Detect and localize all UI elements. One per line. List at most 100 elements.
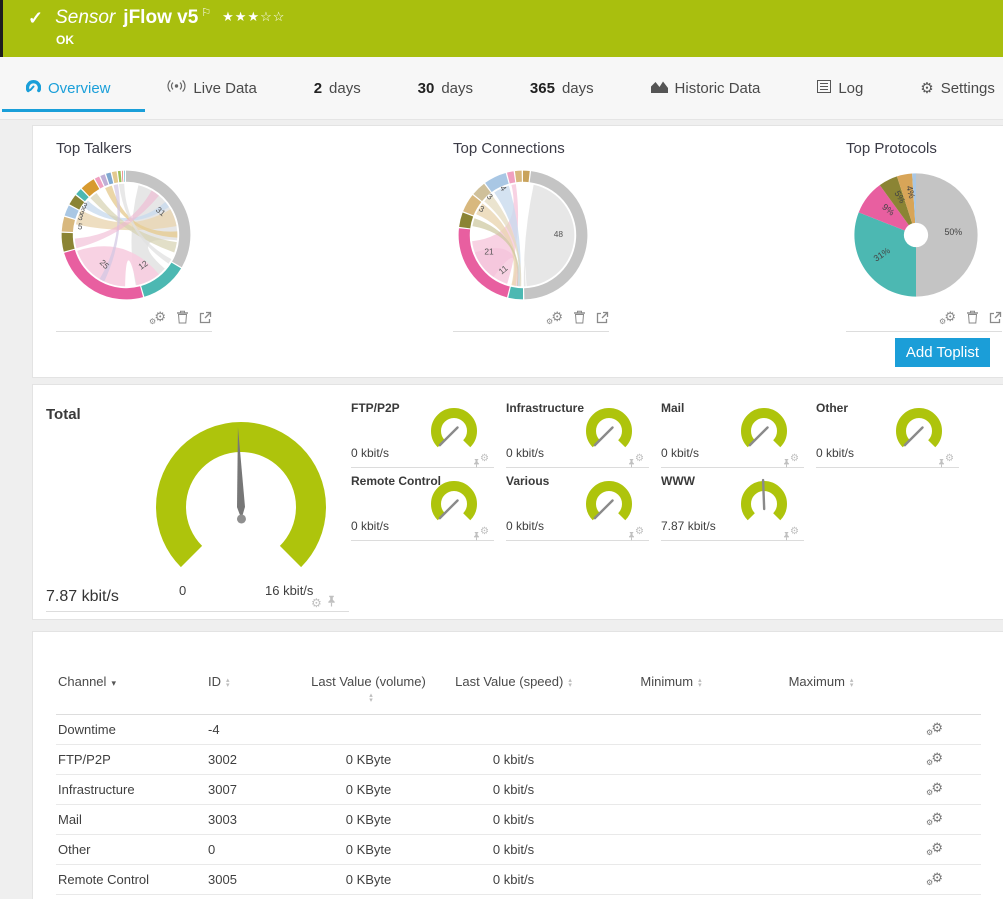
gauge-actions: ⚙ xyxy=(945,454,959,464)
priority-stars[interactable]: ★★★☆☆ xyxy=(222,9,285,25)
channel-settings-icon[interactable]: ⚙⚙ xyxy=(926,751,943,765)
gear-icon[interactable]: ⚙ xyxy=(635,527,644,537)
gear-icon: ⚙ xyxy=(920,80,933,97)
channel-settings-icon[interactable]: ⚙⚙ xyxy=(926,781,943,795)
gauge-remote-control: Remote Control0 kbit/s⚙ xyxy=(351,474,494,541)
sort-icon: ▴▾ xyxy=(850,678,854,688)
table-row[interactable]: Infrastructure30070 KByte0 kbit/s⚙⚙ xyxy=(56,775,981,805)
toplist-actions: ⚙⚙ xyxy=(453,307,609,332)
channel-name: FTP/P2P xyxy=(56,745,206,775)
toplist-top-protocols[interactable]: Top Protocols 50%31%9%5%4% ⚙⚙ xyxy=(846,140,1002,332)
log-icon xyxy=(817,80,831,97)
sort-icon: ▴▾ xyxy=(226,678,230,688)
table-row[interactable]: Remote Control30050 KByte0 kbit/s⚙⚙ xyxy=(56,865,981,895)
external-link-icon[interactable] xyxy=(989,311,1002,324)
svg-text:50%: 50% xyxy=(944,227,962,237)
add-toplist-button[interactable]: Add Toplist xyxy=(895,338,990,367)
gauge-dial xyxy=(738,405,790,457)
cell: 0 KByte xyxy=(306,865,431,895)
cell xyxy=(596,835,746,865)
toplist-settings-icon[interactable]: ⚙⚙ xyxy=(939,310,956,324)
table-row[interactable]: Downtime-4⚙⚙ xyxy=(56,715,981,745)
gear-icon[interactable]: ⚙ xyxy=(480,454,489,464)
tab-label: Historic Data xyxy=(675,80,761,97)
tab-settings[interactable]: ⚙Settings xyxy=(920,57,995,119)
cell: 0 kbit/s xyxy=(431,835,596,865)
tab-log[interactable]: Log xyxy=(817,57,863,119)
column-header-id[interactable]: ID▴▾ xyxy=(206,668,306,715)
top-protocols-pie-chart[interactable]: 50%31%9%5%4% xyxy=(846,165,986,305)
tab-2-days[interactable]: 2days xyxy=(314,57,361,119)
channel-settings-icon[interactable]: ⚙⚙ xyxy=(926,841,943,855)
chart-title: Top Talkers xyxy=(56,140,212,157)
gear-icon[interactable]: ⚙ xyxy=(790,454,799,464)
divider xyxy=(46,611,349,612)
flag-icon[interactable]: ⚐ xyxy=(201,6,211,19)
cell xyxy=(746,775,896,805)
channel-settings-icon[interactable]: ⚙⚙ xyxy=(926,721,943,735)
object-type-label: Sensor xyxy=(55,7,115,29)
external-link-icon[interactable] xyxy=(199,311,212,324)
cell: 3003 xyxy=(206,805,306,835)
tab-30-days[interactable]: 30days xyxy=(418,57,473,119)
cell: 0 KByte xyxy=(306,805,431,835)
external-link-icon[interactable] xyxy=(596,311,609,324)
gauge-value: 0 kbit/s xyxy=(506,519,544,533)
channel-settings-cell: ⚙⚙ xyxy=(896,805,981,835)
channel-settings-icon[interactable]: ⚙⚙ xyxy=(926,811,943,825)
cell xyxy=(596,715,746,745)
column-header-last-value-volume-[interactable]: Last Value (volume)▴▾ xyxy=(306,668,431,715)
cell xyxy=(596,805,746,835)
gauge-dial xyxy=(428,478,480,530)
toplist-settings-icon[interactable]: ⚙⚙ xyxy=(149,310,166,324)
gauge-dial xyxy=(893,405,945,457)
sort-icon: ▴▾ xyxy=(698,678,702,688)
channel-name: Mail xyxy=(56,805,206,835)
toplist-settings-icon[interactable]: ⚙⚙ xyxy=(546,310,563,324)
gauge-actions: ⚙ xyxy=(480,527,494,537)
table-row[interactable]: Other00 KByte0 kbit/s⚙⚙ xyxy=(56,835,981,865)
cell: 3005 xyxy=(206,865,306,895)
column-header-minimum[interactable]: Minimum▴▾ xyxy=(596,668,746,715)
table-row[interactable]: Mail30030 KByte0 kbit/s ⚙⚙ xyxy=(56,805,981,835)
toplist-actions: ⚙⚙ xyxy=(56,307,212,332)
total-gauge xyxy=(146,412,336,602)
column-header-last-value-speed-[interactable]: Last Value (speed)▴▾ xyxy=(431,668,596,715)
toplist-top-talkers[interactable]: Top Talkers 3112255333 ⚙⚙ xyxy=(56,140,212,332)
delete-icon[interactable] xyxy=(176,310,189,324)
gauge-actions: ⚙ xyxy=(311,594,336,612)
cell: 0 kbit/s xyxy=(431,745,596,775)
tab-overview[interactable]: Overview xyxy=(26,57,111,119)
tab-historic-data[interactable]: Historic Data xyxy=(651,57,761,119)
gear-icon[interactable]: ⚙ xyxy=(480,527,489,537)
tab-live-data[interactable]: Live Data xyxy=(167,57,256,119)
gauge-title: Infrastructure xyxy=(506,401,584,415)
toplist-top-connections[interactable]: Top Connections 482111334 ⚙⚙ xyxy=(453,140,609,332)
column-header-maximum[interactable]: Maximum▴▾ xyxy=(746,668,896,715)
sort-icon: ▴▾ xyxy=(568,678,572,688)
gauge-title: FTP/P2P xyxy=(351,401,400,415)
gear-icon[interactable]: ⚙ xyxy=(311,597,322,609)
cell: 0 kbit/s xyxy=(431,775,596,805)
gauge-various: Various0 kbit/s⚙ xyxy=(506,474,649,541)
cell: 0 kbit/s xyxy=(431,805,596,835)
gear-icon[interactable]: ⚙ xyxy=(945,454,954,464)
gauge-dial xyxy=(738,478,790,530)
delete-icon[interactable] xyxy=(966,310,979,324)
gear-icon[interactable]: ⚙ xyxy=(635,454,644,464)
tab-365-days[interactable]: 365days xyxy=(530,57,594,119)
cell xyxy=(596,775,746,805)
cell xyxy=(746,805,896,835)
channel-name: Remote Control xyxy=(56,865,206,895)
tab-label: Overview xyxy=(48,80,111,97)
svg-text:5: 5 xyxy=(77,221,84,232)
gear-icon[interactable]: ⚙ xyxy=(790,527,799,537)
column-header-channel[interactable]: Channel▾ xyxy=(56,668,206,715)
top-connections-chord-chart[interactable]: 482111334 xyxy=(453,165,593,305)
delete-icon[interactable] xyxy=(573,310,586,324)
top-talkers-chord-chart[interactable]: 3112255333 xyxy=(56,165,196,305)
pin-icon[interactable] xyxy=(327,594,336,612)
gauge-actions: ⚙ xyxy=(635,527,649,537)
table-row[interactable]: FTP/P2P30020 KByte0 kbit/s⚙⚙ xyxy=(56,745,981,775)
channel-settings-icon[interactable]: ⚙⚙ xyxy=(926,871,943,885)
